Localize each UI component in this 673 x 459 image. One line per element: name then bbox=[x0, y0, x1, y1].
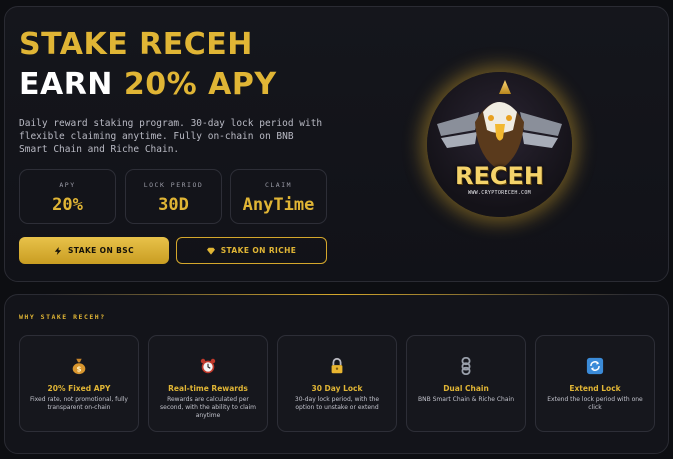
stat-claim: CLAIM AnyTime bbox=[230, 169, 327, 224]
hero-title-line1: STAKE RECEH bbox=[19, 27, 253, 62]
logo-subtext: WWW.CRYPTORECEH.COM bbox=[468, 190, 531, 196]
feature-title: Dual Chain bbox=[443, 384, 489, 393]
stake-on-riche-label: STAKE ON RICHE bbox=[220, 246, 297, 255]
feature-card-fixed-apy: $ 20% Fixed APY Fixed rate, not promotio… bbox=[19, 335, 139, 432]
hero-panel: STAKE RECEH EARN 20% APY Daily reward st… bbox=[4, 6, 669, 282]
refresh-icon bbox=[543, 356, 647, 376]
stat-value: AnyTime bbox=[242, 195, 315, 215]
feature-desc: BNB Smart Chain & Riche Chain bbox=[418, 396, 514, 403]
stat-label: CLAIM bbox=[264, 181, 293, 189]
feature-card-30-day-lock: 30 Day Lock 30-day lock period, with the… bbox=[277, 335, 397, 432]
stat-label: APY bbox=[59, 181, 76, 189]
hero-title-prefix: EARN bbox=[19, 67, 124, 102]
stake-on-bsc-label: STAKE ON BSC bbox=[68, 246, 134, 255]
feature-card-dual-chain: Dual Chain BNB Smart Chain & Riche Chain bbox=[406, 335, 526, 432]
section-label: WHY STAKE RECEH? bbox=[19, 313, 106, 321]
hero-title-line2: EARN 20% APY bbox=[19, 67, 277, 102]
feature-title: Real-time Rewards bbox=[168, 384, 248, 393]
lock-icon bbox=[285, 356, 389, 376]
hero-title-accent: 20% APY bbox=[123, 67, 277, 102]
receh-logo: RECEH WWW.CRYPTORECEH.COM bbox=[427, 72, 572, 217]
stat-value: 20% bbox=[52, 195, 83, 215]
stat-label: LOCK PERIOD bbox=[143, 181, 204, 189]
feature-card-realtime-rewards: Real-time Rewards Rewards are calculated… bbox=[148, 335, 268, 432]
stat-apy: APY 20% bbox=[19, 169, 116, 224]
alarm-clock-icon bbox=[156, 356, 260, 376]
diamond-icon bbox=[206, 247, 215, 255]
stat-value: 30D bbox=[158, 195, 189, 215]
money-bag-icon: $ bbox=[27, 356, 131, 376]
feature-desc: Rewards are calculated per second, with … bbox=[160, 396, 256, 419]
svg-text:$: $ bbox=[76, 364, 81, 373]
stat-lock-period: LOCK PERIOD 30D bbox=[125, 169, 222, 224]
lightning-icon bbox=[54, 246, 62, 255]
feature-desc: Fixed rate, not promotional, fully trans… bbox=[30, 396, 128, 411]
stake-on-riche-button[interactable]: STAKE ON RICHE bbox=[176, 237, 327, 264]
stake-on-bsc-button[interactable]: STAKE ON BSC bbox=[19, 237, 169, 264]
feature-desc: 30-day lock period, with the option to u… bbox=[294, 396, 380, 411]
hero-description: Daily reward staking program. 30-day loc… bbox=[19, 118, 323, 155]
feature-desc: Extend the lock period with one click bbox=[547, 396, 643, 411]
why-stake-section: WHY STAKE RECEH? $ 20% Fixed APY Fixed r… bbox=[4, 294, 669, 454]
feature-title: 30 Day Lock bbox=[311, 384, 363, 393]
feature-card-extend-lock: Extend Lock Extend the lock period with … bbox=[535, 335, 655, 432]
chain-icon bbox=[414, 356, 518, 376]
feature-title: 20% Fixed APY bbox=[47, 384, 111, 393]
logo-text: RECEH bbox=[455, 162, 544, 190]
feature-title: Extend Lock bbox=[569, 384, 621, 393]
